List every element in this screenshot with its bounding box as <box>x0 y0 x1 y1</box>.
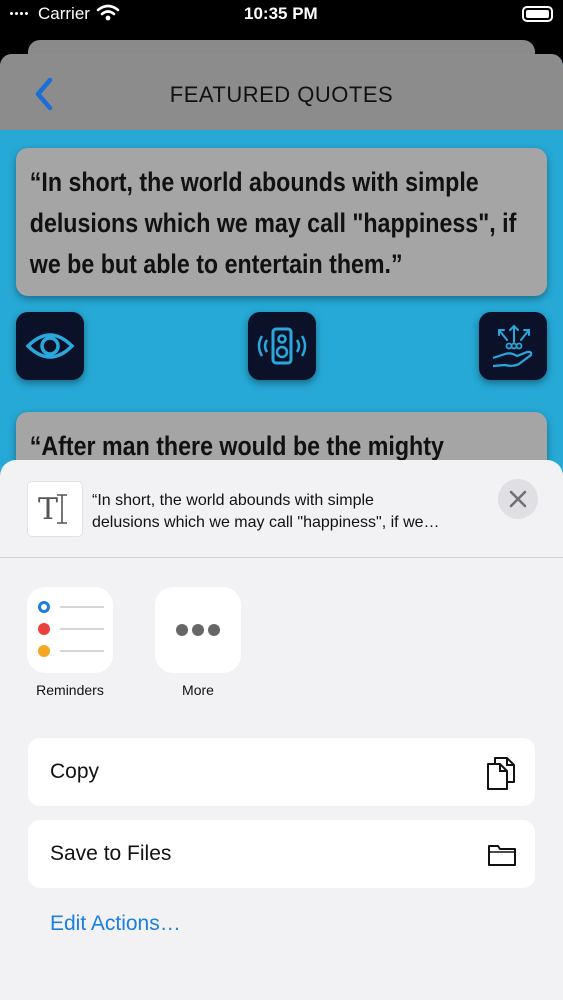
view-quote-button[interactable] <box>16 312 84 380</box>
quote-text: “After man there would be the mighty <box>29 431 444 461</box>
eye-icon <box>25 333 75 359</box>
nav-bar: FEATURED QUOTES <box>0 54 563 130</box>
status-bar: Carrier 10:35 PM <box>0 0 563 30</box>
share-preview-line: “In short, the world abounds with simple <box>92 492 374 509</box>
folder-icon <box>488 845 516 866</box>
share-header: T “In short, the world abounds with simp… <box>0 460 563 558</box>
app-label: Reminders <box>36 682 104 698</box>
share-sheet: T “In short, the world abounds with simp… <box>0 460 563 1000</box>
action-label: Copy <box>50 760 100 783</box>
page-title: FEATURED QUOTES <box>169 82 394 107</box>
copy-icon <box>487 757 515 790</box>
signal-icon <box>10 10 30 18</box>
action-label: Save to Files <box>50 842 172 865</box>
share-quote-button[interactable] <box>479 312 547 380</box>
save-to-files-action[interactable]: Save to Files <box>28 820 535 888</box>
more-icon <box>155 587 241 673</box>
copy-action[interactable]: Copy <box>28 738 535 806</box>
quote-text: “In short, the world abounds with simple… <box>29 167 517 279</box>
text-document-icon: T <box>28 482 82 536</box>
battery-icon <box>522 6 553 22</box>
share-hand-icon <box>492 324 533 368</box>
close-icon <box>509 490 527 508</box>
share-preview-text: “In short, the world abounds with simple… <box>92 490 492 534</box>
edit-actions-link[interactable]: Edit Actions… <box>50 912 181 936</box>
reminders-app-button[interactable]: Reminders <box>27 587 113 698</box>
reminders-icon <box>27 587 113 673</box>
speak-quote-button[interactable] <box>248 312 316 380</box>
quote-card[interactable]: “In short, the world abounds with simple… <box>16 148 547 296</box>
more-apps-button[interactable]: More <box>155 587 241 698</box>
carrier-label: Carrier <box>38 4 90 23</box>
wifi-icon <box>96 3 120 23</box>
share-preview-line: delusions which we may call "happiness",… <box>92 514 440 531</box>
app-label: More <box>182 682 214 698</box>
speaker-icon <box>257 327 307 365</box>
close-button[interactable] <box>498 479 538 519</box>
clock: 10:35 PM <box>244 4 318 23</box>
